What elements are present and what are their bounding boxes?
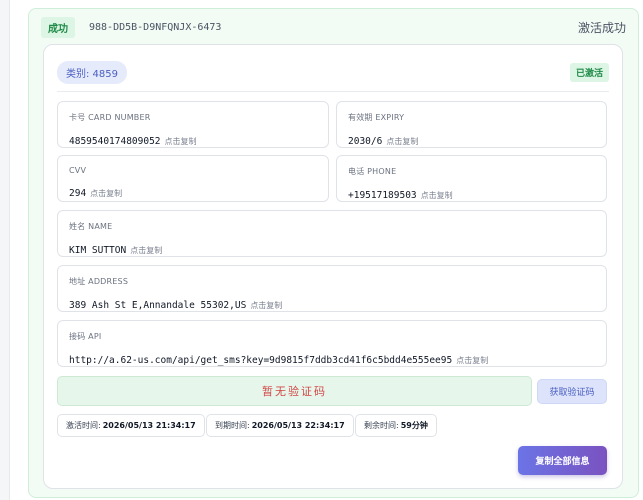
card-number-field: 卡号 CARD NUMBER 4859540174809052 点击复制 [57,101,329,148]
phone-label: 电话 PHONE [348,167,397,176]
copy-card-number-link[interactable]: 点击复制 [165,137,197,146]
copy-expiry-link[interactable]: 点击复制 [386,137,418,146]
get-code-button[interactable]: 获取验证码 [537,379,607,404]
expiry-value[interactable]: 2030/6 [348,136,382,147]
copy-cvv-link[interactable]: 点击复制 [90,189,122,198]
remaining-time-label: 剩余时间: [364,421,399,430]
left-sidebar-edge [0,0,10,500]
expiry-label: 有效期 EXPIRY [348,113,405,122]
activation-code: 988-DD5B-D9NFQNJX-6473 [89,21,222,33]
expiry-time-label: 到期时间: [215,421,250,430]
activation-time-label: 激活时间: [66,421,101,430]
cvv-value[interactable]: 294 [69,188,86,199]
address-field: 地址 ADDRESS 389 Ash St E,Annandale 55302,… [57,265,607,312]
activation-time-value: 2026/05/13 21:34:17 [102,421,196,430]
copy-all-button[interactable]: 复制全部信息 [518,446,607,475]
copy-api-link[interactable]: 点击复制 [456,356,488,365]
card-info-header: 类别: 4859 已激活 [57,60,609,84]
expiry-time: 到期时间: 2026/05/13 22:34:17 [206,414,354,437]
name-field: 姓名 NAME KIM SUTTON 点击复制 [57,210,607,257]
address-value[interactable]: 389 Ash St E,Annandale 55302,US [69,300,246,311]
copy-name-link[interactable]: 点击复制 [130,246,162,255]
address-label: 地址 ADDRESS [69,277,129,286]
expiry-time-value: 2026/05/13 22:34:17 [251,421,345,430]
category-badge: 类别: 4859 [57,60,127,84]
phone-field: 电话 PHONE +19517189503 点击复制 [336,155,607,202]
cvv-label: CVV [69,166,87,175]
api-value[interactable]: http://a.62-us.com/api/get_sms?key=9d981… [69,355,452,366]
result-card: 成功 988-DD5B-D9NFQNJX-6473 激活成功 类别: 4859 … [28,8,639,498]
name-value[interactable]: KIM SUTTON [69,245,126,256]
divider [57,91,609,92]
sms-code-display: 暂无验证码 [57,376,532,406]
activated-badge: 已激活 [569,62,609,82]
remaining-time: 剩余时间: 59分钟 [355,414,437,437]
name-label: 姓名 NAME [69,222,113,231]
copy-phone-link[interactable]: 点击复制 [421,191,453,200]
result-header: 成功 988-DD5B-D9NFQNJX-6473 激活成功 [41,16,626,38]
success-badge: 成功 [41,16,75,38]
api-field: 接码 API http://a.62-us.com/api/get_sms?ke… [57,320,607,367]
copy-address-link[interactable]: 点击复制 [250,301,282,310]
card-info-panel: 类别: 4859 已激活 卡号 CARD NUMBER 485954017480… [43,44,623,489]
api-label: 接码 API [69,332,102,341]
activation-time: 激活时间: 2026/05/13 21:34:17 [57,414,205,437]
expiry-field: 有效期 EXPIRY 2030/6 点击复制 [336,101,607,148]
activation-status: 激活成功 [577,20,626,35]
card-number-value[interactable]: 4859540174809052 [69,136,161,147]
remaining-time-value: 59分钟 [400,421,428,430]
card-number-label: 卡号 CARD NUMBER [69,113,151,122]
cvv-field: CVV 294 点击复制 [57,155,329,202]
phone-value[interactable]: +19517189503 [348,190,417,201]
